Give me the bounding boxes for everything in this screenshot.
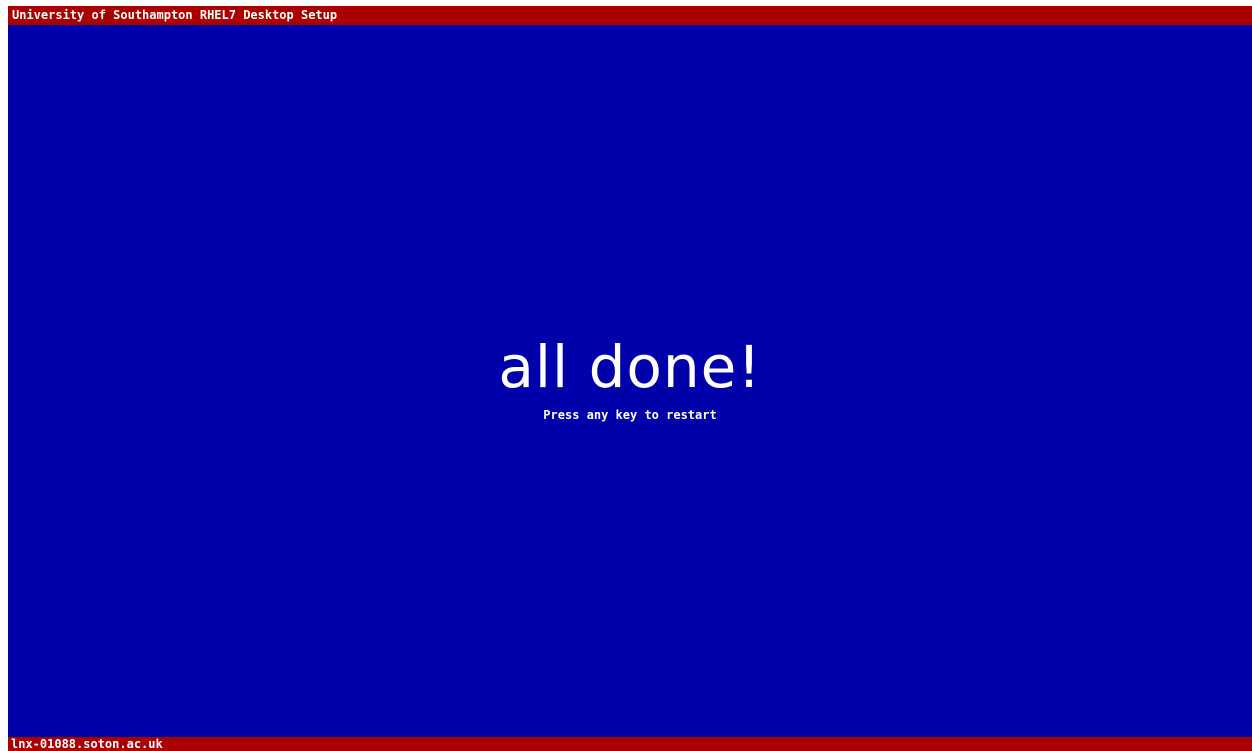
footer-bar: lnx-01088.soton.ac.uk	[8, 737, 1252, 751]
header-title: University of Southampton RHEL7 Desktop …	[12, 8, 338, 22]
header-bar: University of Southampton RHEL7 Desktop …	[8, 6, 1252, 25]
installer-screen[interactable]: University of Southampton RHEL7 Desktop …	[8, 6, 1252, 751]
completion-panel: all done! Press any key to restart	[8, 336, 1252, 422]
completion-message: all done!	[498, 333, 762, 401]
hostname-label: lnx-01088.soton.ac.uk	[11, 737, 163, 751]
restart-prompt: Press any key to restart	[543, 408, 717, 422]
